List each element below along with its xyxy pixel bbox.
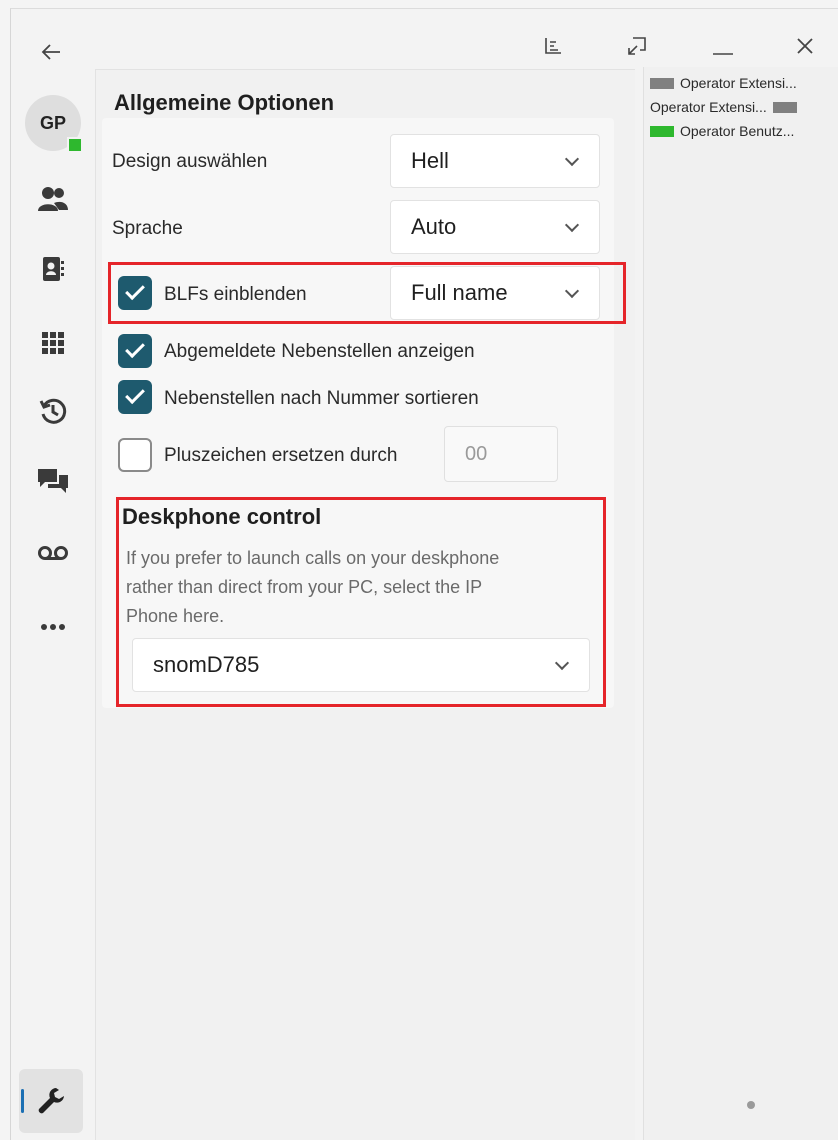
legend-label: Operator Benutz... (680, 123, 795, 139)
settings-wrench-icon[interactable] (27, 1077, 75, 1125)
design-select[interactable]: Hell (390, 134, 600, 188)
plus-replace-input[interactable]: 00 (444, 426, 558, 482)
gray-swatch-icon (772, 101, 797, 113)
address-book-icon[interactable] (29, 245, 77, 293)
design-value: Hell (411, 148, 449, 173)
legend-item: Operator Benutz... (650, 123, 794, 139)
sort-by-number-checkbox[interactable] (118, 380, 152, 414)
left-navigation: GP (11, 9, 93, 1140)
chart-icon[interactable] (537, 31, 569, 61)
history-icon[interactable] (29, 387, 77, 435)
language-label: Sprache (112, 218, 183, 239)
plus-replace-checkbox[interactable] (118, 438, 152, 472)
chevron-down-icon (564, 151, 580, 167)
voicemail-icon[interactable] (29, 529, 77, 577)
language-select[interactable]: Auto (390, 200, 600, 254)
legend-label: Operator Extensi... (680, 75, 797, 91)
minimize-icon[interactable] (707, 31, 739, 61)
checkmark-icon (125, 338, 145, 359)
dialpad-icon[interactable] (29, 319, 77, 367)
legend-label: Operator Extensi... (650, 99, 767, 115)
settings-panel: Allgemeine Optionen Design auswählen Hel… (95, 69, 635, 1140)
app-window: GP Allgemeine Optionen Design auswählen … (10, 8, 838, 1140)
pager-dot (747, 1101, 755, 1109)
sort-by-number-label: Nebenstellen nach Nummer sortieren (164, 388, 479, 409)
language-value: Auto (411, 214, 457, 239)
active-indicator (21, 1089, 24, 1113)
logged-out-checkbox[interactable] (118, 334, 152, 368)
legend-item: Operator Extensi... (650, 99, 797, 115)
close-icon[interactable] (789, 31, 821, 61)
plus-replace-label: Pluszeichen ersetzen durch (164, 445, 398, 466)
gray-swatch-icon (650, 77, 674, 89)
design-label: Design auswählen (112, 151, 268, 172)
more-icon[interactable] (29, 603, 77, 651)
avatar-initials: GP (39, 112, 66, 133)
blf-highlight-box (108, 262, 626, 324)
chat-icon[interactable] (29, 457, 77, 505)
contacts-icon[interactable] (29, 175, 77, 223)
logged-out-label: Abgemeldete Nebenstellen anzeigen (164, 341, 475, 362)
restore-icon[interactable] (621, 31, 653, 61)
green-swatch-icon (650, 125, 674, 137)
legend-item: Operator Extensi... (650, 75, 797, 91)
deskphone-highlight-box (116, 497, 606, 707)
checkmark-icon (125, 384, 145, 405)
chevron-down-icon (564, 217, 580, 233)
blf-legend-panel: Operator Extensi... Operator Extensi... … (643, 67, 838, 1140)
settings-title: Allgemeine Optionen (114, 90, 335, 115)
presence-status-indicator (67, 137, 83, 153)
